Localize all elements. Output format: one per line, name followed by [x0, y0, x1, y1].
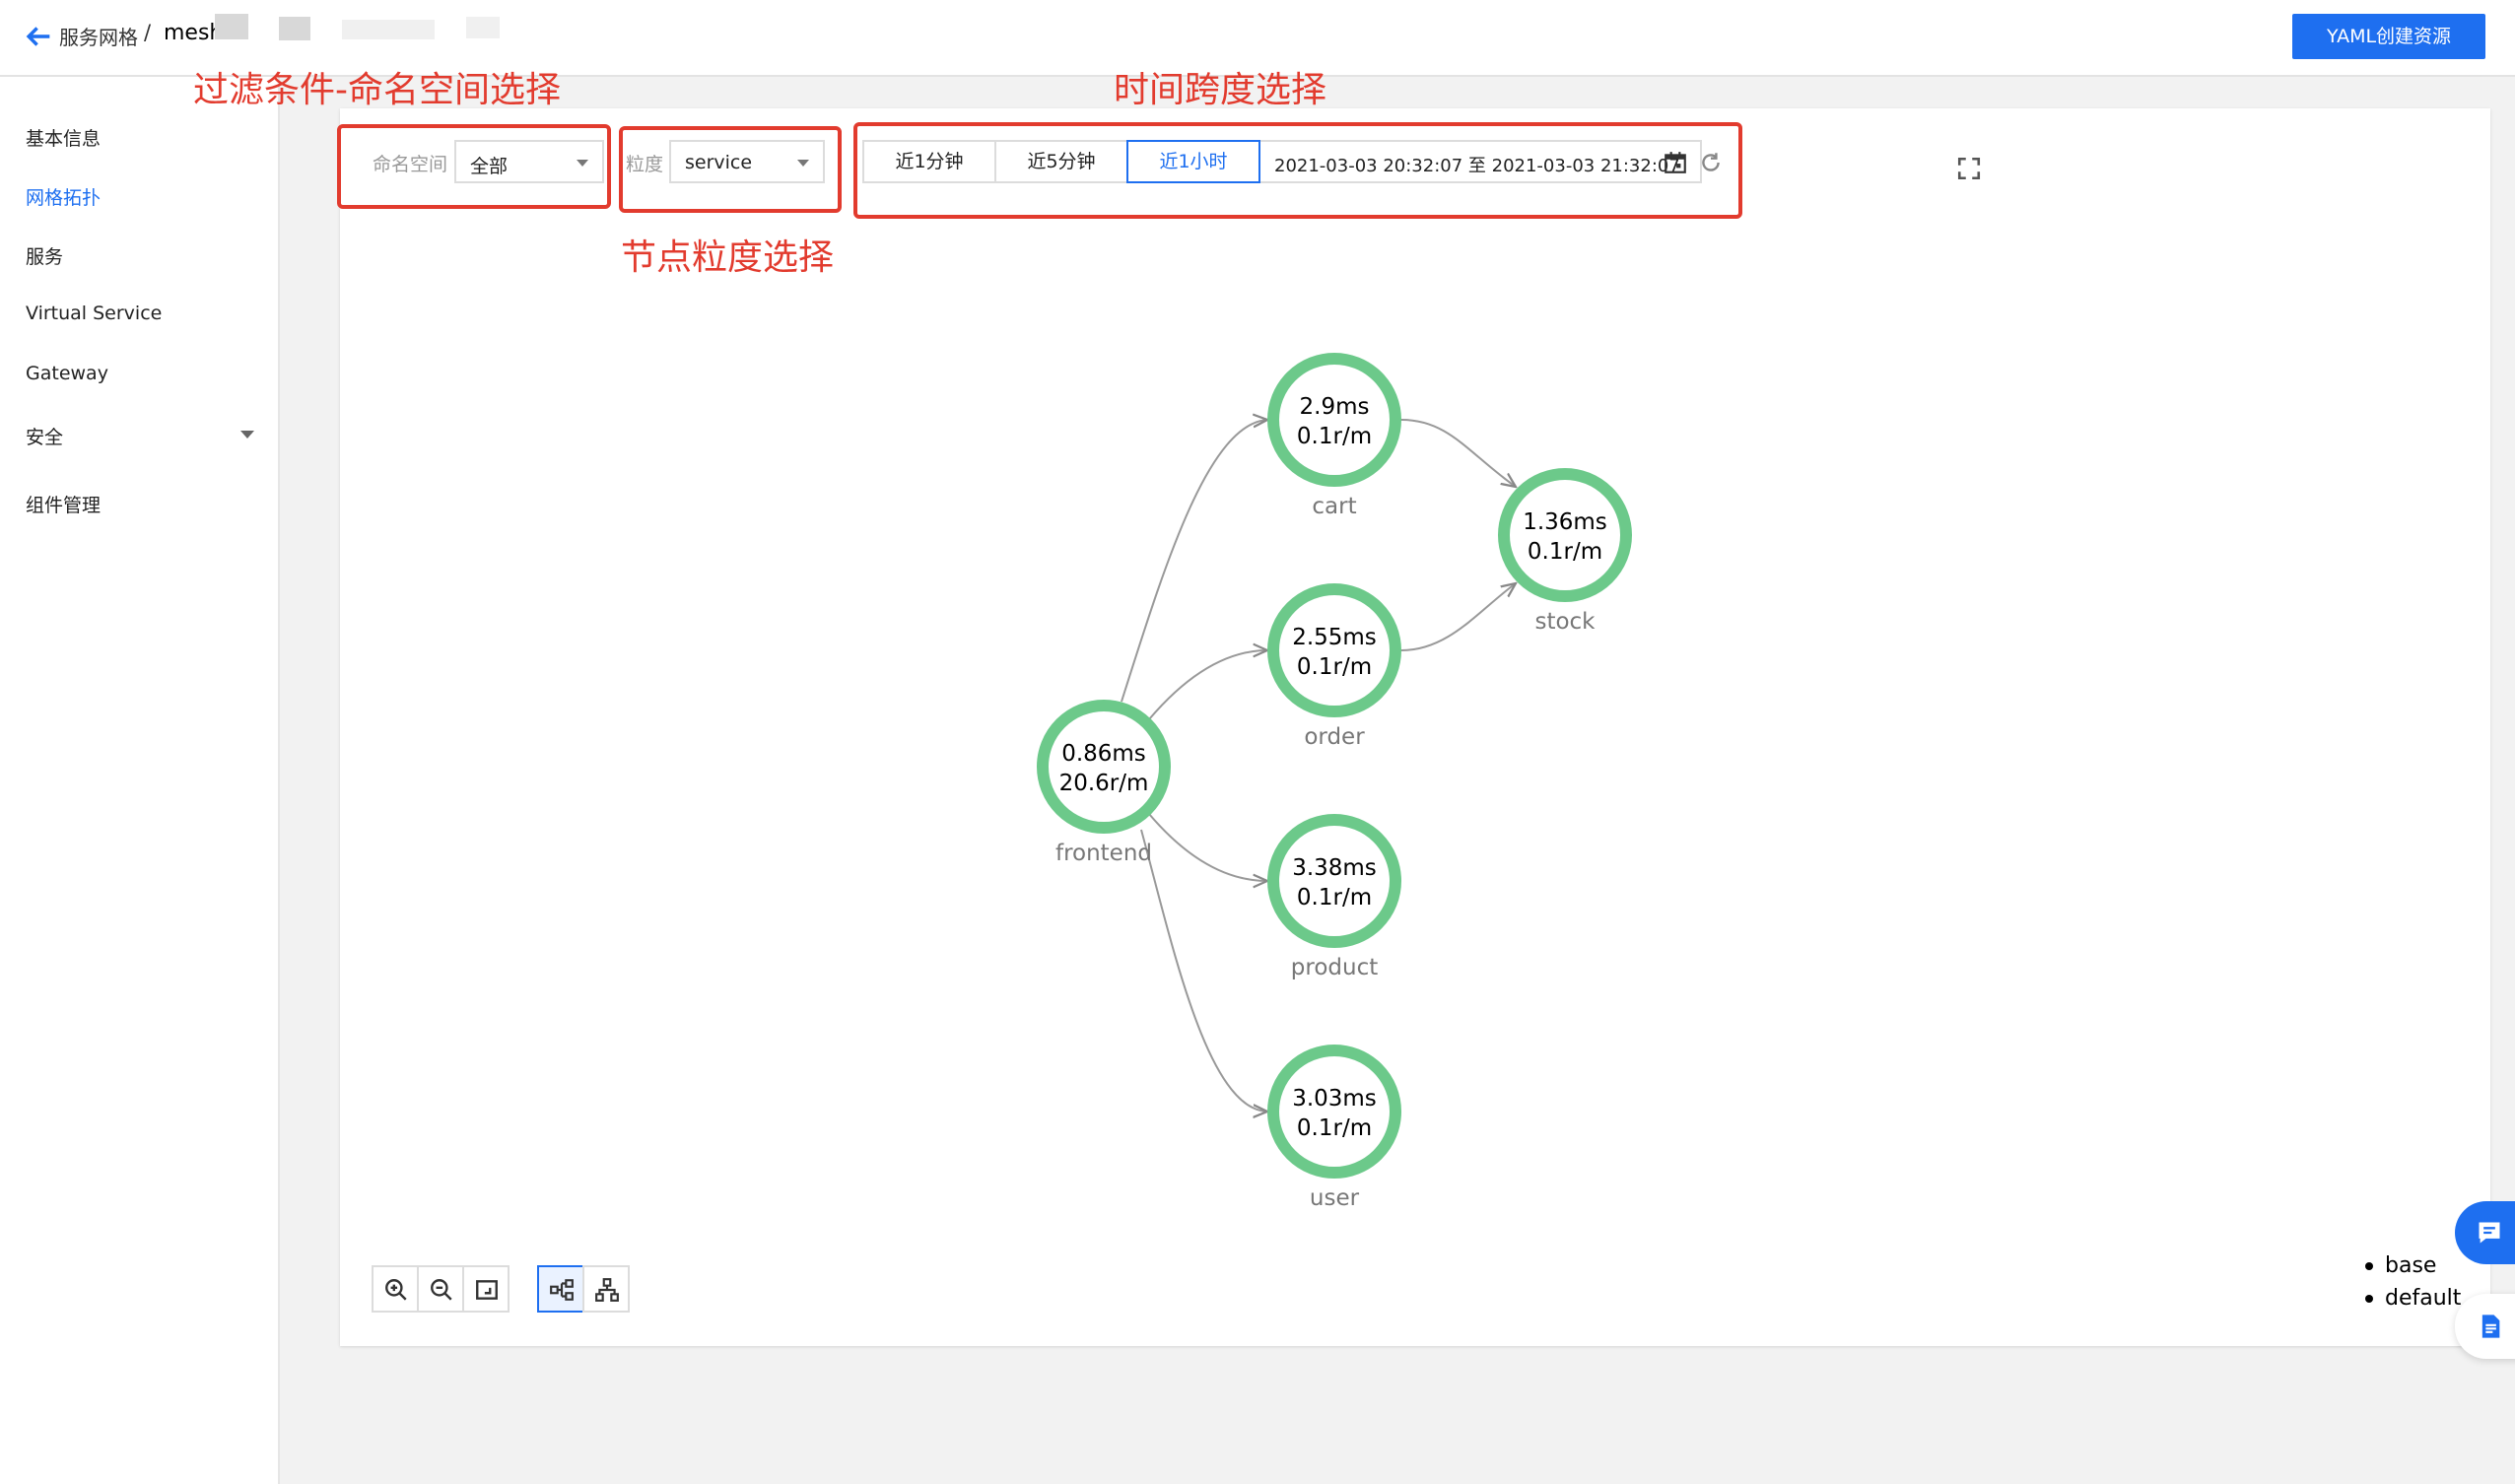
layout-force-button[interactable] — [537, 1265, 584, 1313]
topology-panel: 命名空间 全部 粒度 service 近1分钟 近5分钟 近1小时 2021-0… — [340, 108, 2490, 1346]
redacted-block — [466, 17, 500, 38]
chevron-down-icon[interactable] — [240, 431, 254, 438]
node-name: user — [1310, 1185, 1360, 1211]
node-latency: 3.38ms — [1292, 855, 1377, 881]
topology-node-product[interactable]: 3.38ms 0.1r/m product — [1267, 814, 1401, 980]
node-circle — [1267, 814, 1401, 948]
zoom-in-button[interactable] — [372, 1265, 419, 1313]
node-circle — [1267, 583, 1401, 717]
fit-view-icon — [476, 1280, 498, 1300]
node-latency: 3.03ms — [1292, 1086, 1377, 1112]
tree-horizontal-icon — [550, 1279, 574, 1301]
sidebar-item-security[interactable]: 安全 — [26, 423, 63, 449]
annotation-box-namespace — [337, 124, 611, 209]
chat-icon — [2479, 1222, 2500, 1244]
redacted-block — [279, 17, 310, 40]
zoom-out-button[interactable] — [417, 1265, 464, 1313]
node-rate: 0.1r/m — [1297, 424, 1372, 449]
fit-view-button[interactable] — [462, 1265, 510, 1313]
node-rate: 0.1r/m — [1297, 1115, 1372, 1141]
annotation-box-granularity — [619, 126, 842, 213]
node-latency: 2.55ms — [1292, 625, 1377, 650]
document-button[interactable] — [2455, 1294, 2515, 1359]
time-button-1hour[interactable]: 近1小时 — [1126, 140, 1260, 183]
sidebar-item-components[interactable]: 组件管理 — [26, 491, 101, 517]
topology-node-frontend[interactable]: 0.86ms 20.6r/m frontend — [1037, 700, 1171, 866]
fullscreen-icon[interactable] — [1956, 156, 1982, 181]
sidebar-item-services[interactable]: 服务 — [26, 242, 63, 269]
node-circle — [1037, 700, 1171, 834]
layout-hierarchy-button[interactable] — [582, 1265, 630, 1313]
legend-item-base: base — [2363, 1249, 2461, 1282]
node-circle — [1267, 353, 1401, 487]
annotation-label-granularity: 节点粒度选择 — [621, 237, 835, 278]
node-rate: 0.1r/m — [1528, 539, 1602, 565]
annotation-label-time: 时间跨度选择 — [1114, 70, 1327, 110]
annotation-label-namespace: 过滤条件-命名空间选择 — [193, 70, 561, 110]
node-name: frontend — [1055, 841, 1152, 866]
node-name: product — [1291, 955, 1378, 980]
breadcrumb-parent[interactable]: 服务网格 — [59, 22, 138, 50]
node-circle — [1498, 468, 1632, 602]
node-rate: 0.1r/m — [1297, 885, 1372, 911]
sidebar-item-topology[interactable]: 网格拓扑 — [26, 183, 101, 210]
document-icon — [2481, 1315, 2500, 1338]
sidebar-item-basic-info[interactable]: 基本信息 — [26, 124, 101, 151]
redacted-block — [342, 20, 435, 39]
hierarchy-icon — [595, 1278, 619, 1302]
node-latency: 1.36ms — [1523, 509, 1607, 535]
sidebar-item-virtual-service[interactable]: Virtual Service — [26, 303, 162, 324]
annotation-box-time — [853, 122, 1742, 219]
sidebar: 基本信息 网格拓扑 服务 Virtual Service Gateway 安全 … — [0, 77, 280, 1484]
breadcrumb-separator: / — [144, 21, 152, 44]
node-latency: 0.86ms — [1061, 741, 1146, 767]
node-name: cart — [1312, 494, 1356, 519]
legend: base default — [2363, 1249, 2461, 1315]
back-arrow-icon[interactable] — [22, 20, 55, 53]
chat-button[interactable] — [2455, 1201, 2515, 1264]
node-latency: 2.9ms — [1300, 394, 1370, 420]
node-rate: 20.6r/m — [1059, 771, 1149, 796]
sidebar-item-gateway[interactable]: Gateway — [26, 363, 108, 384]
zoom-out-icon — [431, 1279, 452, 1301]
zoom-in-icon — [385, 1279, 407, 1301]
node-name: stock — [1534, 609, 1596, 635]
node-rate: 0.1r/m — [1297, 654, 1372, 680]
yaml-create-button[interactable]: YAML创建资源 — [2292, 14, 2485, 59]
node-name: order — [1304, 724, 1365, 750]
node-circle — [1267, 1045, 1401, 1179]
redacted-block — [215, 14, 248, 39]
legend-item-default: default — [2363, 1282, 2461, 1315]
